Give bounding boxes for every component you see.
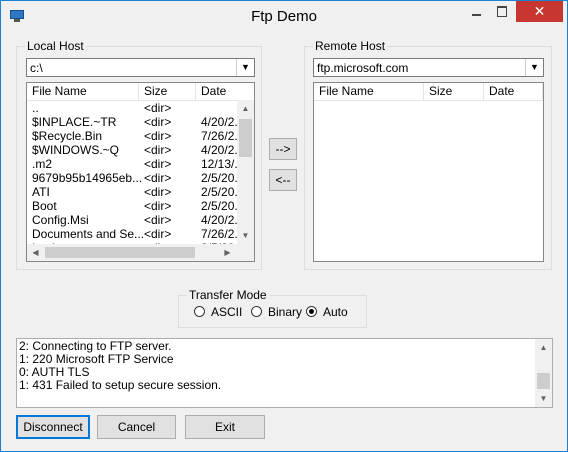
file-size-cell: <dir> xyxy=(144,227,172,241)
transfer-mode-group: Transfer Mode ASCII Binary Auto xyxy=(178,288,367,328)
title-bar: Ftp Demo ✕ xyxy=(1,1,567,31)
remote-host-group: Remote Host ftp.microsoft.com ▼ File Nam… xyxy=(304,39,552,270)
file-name-cell: .m2 xyxy=(32,157,53,171)
col-size[interactable]: Size xyxy=(424,83,484,100)
file-name-cell: ATI xyxy=(32,185,50,199)
scroll-down-icon[interactable]: ▼ xyxy=(535,390,552,407)
log-textbox[interactable]: 2: Connecting to FTP server. 1: 220 Micr… xyxy=(16,338,553,408)
file-date-cell: 4/20/2. xyxy=(201,143,238,157)
local-host-label: Local Host xyxy=(25,39,86,53)
file-name-cell: .. xyxy=(32,101,39,115)
close-icon: ✕ xyxy=(533,3,546,19)
local-path-value: c:\ xyxy=(30,61,43,75)
scroll-up-icon[interactable]: ▲ xyxy=(237,100,254,117)
file-size-cell: <dir> xyxy=(144,213,172,227)
scroll-corner xyxy=(237,244,254,261)
list-item[interactable]: 9679b95b14965eb... <dir> 2/5/20. xyxy=(27,171,238,185)
file-date-cell: 12/13/. xyxy=(201,157,238,171)
log-line: 1: 431 Failed to setup secure session. xyxy=(19,378,222,392)
local-hscrollbar[interactable]: ◀ ▶ xyxy=(27,244,237,261)
list-item[interactable]: ATI <dir> 2/5/20. xyxy=(27,185,238,199)
list-item[interactable]: $INPLACE.~TR <dir> 4/20/2. xyxy=(27,115,238,129)
col-size[interactable]: Size xyxy=(139,83,196,100)
upload-button[interactable]: --> xyxy=(269,138,297,160)
disconnect-button-label: Disconnect xyxy=(23,420,83,434)
file-name-cell: $WINDOWS.~Q xyxy=(32,143,120,157)
file-date-cell: 2/5/20. xyxy=(201,199,238,213)
list-item[interactable]: Documents and Se... <dir> 7/26/2. xyxy=(27,227,238,241)
scroll-thumb[interactable] xyxy=(537,373,550,389)
remote-file-list[interactable]: File Name Size Date xyxy=(313,82,544,262)
remote-list-header: File Name Size Date xyxy=(314,83,543,101)
file-date-cell: 7/26/2. xyxy=(201,129,238,143)
col-file-name[interactable]: File Name xyxy=(27,83,139,100)
remote-host-combo[interactable]: ftp.microsoft.com ▼ xyxy=(313,58,544,77)
file-name-cell: Config.Msi xyxy=(32,213,89,227)
file-size-cell: <dir> xyxy=(144,143,172,157)
scroll-up-icon[interactable]: ▲ xyxy=(535,339,552,356)
file-date-cell: 2/5/20. xyxy=(201,171,238,185)
remote-host-label: Remote Host xyxy=(313,39,388,53)
download-button-label: <-- xyxy=(275,173,291,187)
list-item[interactable]: .m2 <dir> 12/13/. xyxy=(27,157,238,171)
list-item[interactable]: $WINDOWS.~Q <dir> 4/20/2. xyxy=(27,143,238,157)
cancel-button-label: Cancel xyxy=(117,420,156,434)
log-vscrollbar[interactable]: ▲ ▼ xyxy=(535,339,552,407)
local-file-list[interactable]: File Name Size Date .. <dir> $INPLACE.~TR <… xyxy=(26,82,255,262)
exit-button-label: Exit xyxy=(214,420,235,434)
upload-button-label: --> xyxy=(275,142,291,156)
local-path-combo[interactable]: c:\ ▼ xyxy=(26,58,255,77)
file-size-cell: <dir> xyxy=(144,115,172,129)
col-date[interactable]: Date xyxy=(484,83,543,100)
list-item[interactable]: Config.Msi <dir> 4/20/2. xyxy=(27,213,238,227)
cancel-button[interactable]: Cancel xyxy=(97,415,176,439)
transfer-mode-label: Transfer Mode xyxy=(187,288,269,302)
file-size-cell: <dir> xyxy=(144,171,172,185)
scroll-down-icon[interactable]: ▼ xyxy=(237,227,254,244)
col-date[interactable]: Date xyxy=(196,83,254,100)
local-rows: .. <dir> $INPLACE.~TR <dir> 4/20/2. $Recycle.… xyxy=(27,101,238,255)
radio-selected-dot xyxy=(309,309,314,314)
file-name-cell: Boot xyxy=(32,199,57,213)
log-lines: 2: Connecting to FTP server. 1: 220 Micr… xyxy=(17,340,221,392)
file-date-cell: 2/5/20. xyxy=(201,185,238,199)
download-button[interactable]: <-- xyxy=(269,169,297,191)
file-size-cell: <dir> xyxy=(144,185,172,199)
file-name-cell: Documents and Se... xyxy=(32,227,144,241)
close-button[interactable]: ✕ xyxy=(516,1,563,22)
file-date-cell: 7/26/2. xyxy=(201,227,238,241)
file-name-cell: $INPLACE.~TR xyxy=(32,115,117,129)
scroll-thumb[interactable] xyxy=(239,119,252,157)
file-size-cell: <dir> xyxy=(144,129,172,143)
combo-dropdown-icon[interactable]: ▼ xyxy=(525,59,543,76)
minimize-icon xyxy=(471,13,481,16)
col-file-name[interactable]: File Name xyxy=(314,83,424,100)
exit-button[interactable]: Exit xyxy=(185,415,265,439)
disconnect-button[interactable]: Disconnect xyxy=(16,415,90,439)
file-date-cell: 4/20/2. xyxy=(201,213,238,227)
combo-dropdown-icon[interactable]: ▼ xyxy=(236,59,254,76)
local-list-header: File Name Size Date xyxy=(27,83,254,101)
file-size-cell: <dir> xyxy=(144,157,172,171)
file-size-cell: <dir> xyxy=(144,101,172,115)
list-item[interactable]: $Recycle.Bin <dir> 7/26/2. xyxy=(27,129,238,143)
file-name-cell: 9679b95b14965eb... xyxy=(32,171,143,185)
minimize-button[interactable] xyxy=(463,1,489,22)
scroll-right-icon[interactable]: ▶ xyxy=(219,244,236,261)
scroll-left-icon[interactable]: ◀ xyxy=(27,244,44,261)
maximize-button[interactable] xyxy=(489,1,515,22)
list-item[interactable]: Boot <dir> 2/5/20. xyxy=(27,199,238,213)
maximize-icon xyxy=(497,6,507,18)
local-host-group: Local Host c:\ ▼ File Name Size Date .. <… xyxy=(16,39,262,270)
app-window: Ftp Demo ✕ Local Host c:\ ▼ File Name Si… xyxy=(0,0,568,452)
file-size-cell: <dir> xyxy=(144,199,172,213)
list-item[interactable]: .. <dir> xyxy=(27,101,237,115)
file-name-cell: $Recycle.Bin xyxy=(32,129,103,143)
file-date-cell: 4/20/2. xyxy=(201,115,238,129)
scroll-thumb-h[interactable] xyxy=(45,247,195,258)
local-vscrollbar[interactable]: ▲ ▼ xyxy=(237,100,254,244)
remote-host-value: ftp.microsoft.com xyxy=(317,61,409,75)
